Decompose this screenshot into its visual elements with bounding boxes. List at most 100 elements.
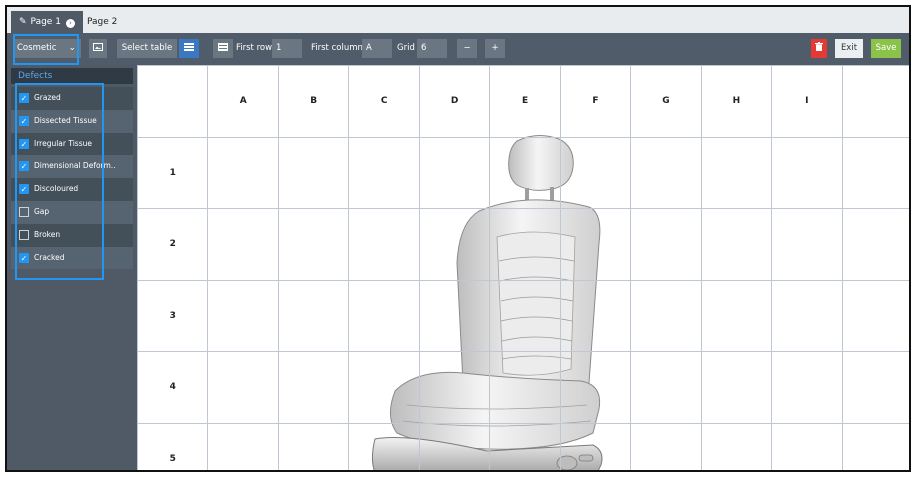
pencil-icon: ✎ xyxy=(19,17,27,27)
grid-cell[interactable] xyxy=(418,422,491,470)
grid-cell[interactable] xyxy=(630,208,702,281)
grid-cell[interactable] xyxy=(207,422,279,470)
grid-cell[interactable] xyxy=(630,422,702,470)
column-header: F xyxy=(559,65,632,138)
image-button[interactable] xyxy=(89,39,107,58)
grid-cell[interactable] xyxy=(207,279,279,352)
tab-page-1-label: Page 1 xyxy=(30,17,61,27)
grid-header-row: ABCDEFGHI xyxy=(137,65,909,138)
grid-table: ABCDEFGHI 12345 xyxy=(137,65,909,470)
delete-button[interactable] xyxy=(811,39,827,58)
grid-cell[interactable] xyxy=(348,136,420,209)
grid-corner-cell xyxy=(137,65,209,138)
first-row-input[interactable]: 1 xyxy=(272,39,302,58)
select-table-button[interactable]: Select table xyxy=(117,39,177,58)
grid-cell[interactable] xyxy=(418,136,491,209)
column-header: G xyxy=(630,65,702,138)
grid-cell[interactable] xyxy=(771,208,843,281)
grid-cell[interactable] xyxy=(418,279,491,352)
grid-cell[interactable] xyxy=(700,208,773,281)
grid-cell[interactable] xyxy=(771,279,843,352)
grid-cell[interactable] xyxy=(277,422,350,470)
column-header: I xyxy=(771,65,843,138)
row-header: 3 xyxy=(137,279,209,352)
grid-cell[interactable] xyxy=(489,208,561,281)
increase-grid-button[interactable]: + xyxy=(485,39,505,58)
grid-cell[interactable] xyxy=(277,351,350,424)
column-header: C xyxy=(348,65,420,138)
column-header: D xyxy=(418,65,491,138)
grid-cell[interactable] xyxy=(700,351,773,424)
grid-cell[interactable] xyxy=(348,422,420,470)
column-header: E xyxy=(489,65,561,138)
grid-cell[interactable] xyxy=(418,208,491,281)
tab-page-1[interactable]: ✎ Page 1 › xyxy=(11,11,83,33)
toolbar: Cosmetic ⌄ Select table First row 1 Firs… xyxy=(7,33,909,65)
grid-body: 12345 xyxy=(137,136,909,470)
grid-cell[interactable] xyxy=(207,351,279,424)
defects-header: Defects xyxy=(11,68,133,84)
grid-cell[interactable] xyxy=(841,208,909,281)
trash-icon xyxy=(815,42,823,51)
first-row-label: First row xyxy=(236,43,273,53)
row-header: 5 xyxy=(137,422,209,470)
exit-button[interactable]: Exit xyxy=(835,39,863,58)
grid-cell[interactable] xyxy=(418,351,491,424)
grid-cell[interactable] xyxy=(841,136,909,209)
column-header: A xyxy=(207,65,279,138)
grid-cell[interactable] xyxy=(841,279,909,352)
grid-cell[interactable] xyxy=(700,136,773,209)
tab-page-2-label: Page 2 xyxy=(87,17,118,27)
defect-list-highlight xyxy=(15,83,104,280)
row-header: 2 xyxy=(137,208,209,281)
grid-cell[interactable] xyxy=(700,422,773,470)
grid-cell[interactable] xyxy=(700,279,773,352)
first-column-input[interactable]: A xyxy=(362,39,392,58)
category-select-highlight xyxy=(13,34,79,65)
grid-cell[interactable] xyxy=(841,422,909,470)
grid-cell[interactable] xyxy=(207,208,279,281)
decrease-grid-button[interactable]: − xyxy=(457,39,477,58)
grid-cell[interactable] xyxy=(630,279,702,352)
grid-label: Grid xyxy=(397,43,415,53)
grid-cell[interactable] xyxy=(559,351,632,424)
grid-row: 2 xyxy=(137,208,909,281)
grid-cell[interactable] xyxy=(489,136,561,209)
grid-cell[interactable] xyxy=(348,208,420,281)
grid-cell[interactable] xyxy=(559,279,632,352)
app-frame: ✎ Page 1 › Page 2 Cosmetic ⌄ Select table … xyxy=(5,5,911,472)
grid-cell[interactable] xyxy=(489,279,561,352)
grid-cell[interactable] xyxy=(559,136,632,209)
tab-page-2[interactable]: Page 2 xyxy=(79,11,125,33)
grid-cell[interactable] xyxy=(771,351,843,424)
column-header: B xyxy=(277,65,350,138)
table-toggle-button[interactable] xyxy=(179,39,199,58)
grid-cell[interactable] xyxy=(489,422,561,470)
grid-cell[interactable] xyxy=(207,136,279,209)
grid-cell[interactable] xyxy=(348,279,420,352)
tab-bar: ✎ Page 1 › Page 2 xyxy=(7,7,909,33)
grid-cell[interactable] xyxy=(277,136,350,209)
grid-cell[interactable] xyxy=(277,208,350,281)
grid-cell[interactable] xyxy=(630,136,702,209)
grid-cell[interactable] xyxy=(841,351,909,424)
grid-row: 5 xyxy=(137,422,909,470)
grid-area: ABCDEFGHI 12345 xyxy=(137,65,909,470)
chevron-right-icon[interactable]: › xyxy=(65,19,75,28)
row-settings-button[interactable] xyxy=(213,39,233,58)
grid-row: 3 xyxy=(137,279,909,352)
grid-row: 1 xyxy=(137,136,909,209)
table-icon xyxy=(184,43,194,51)
grid-size-input[interactable]: 6 xyxy=(417,39,447,58)
grid-cell[interactable] xyxy=(771,136,843,209)
first-column-label: First column xyxy=(311,43,363,53)
grid-cell[interactable] xyxy=(771,422,843,470)
grid-cell[interactable] xyxy=(489,351,561,424)
grid-cell[interactable] xyxy=(630,351,702,424)
row-header: 4 xyxy=(137,351,209,424)
grid-cell[interactable] xyxy=(559,422,632,470)
grid-cell[interactable] xyxy=(559,208,632,281)
grid-cell[interactable] xyxy=(348,351,420,424)
save-button[interactable]: Save xyxy=(871,39,901,58)
grid-cell[interactable] xyxy=(277,279,350,352)
